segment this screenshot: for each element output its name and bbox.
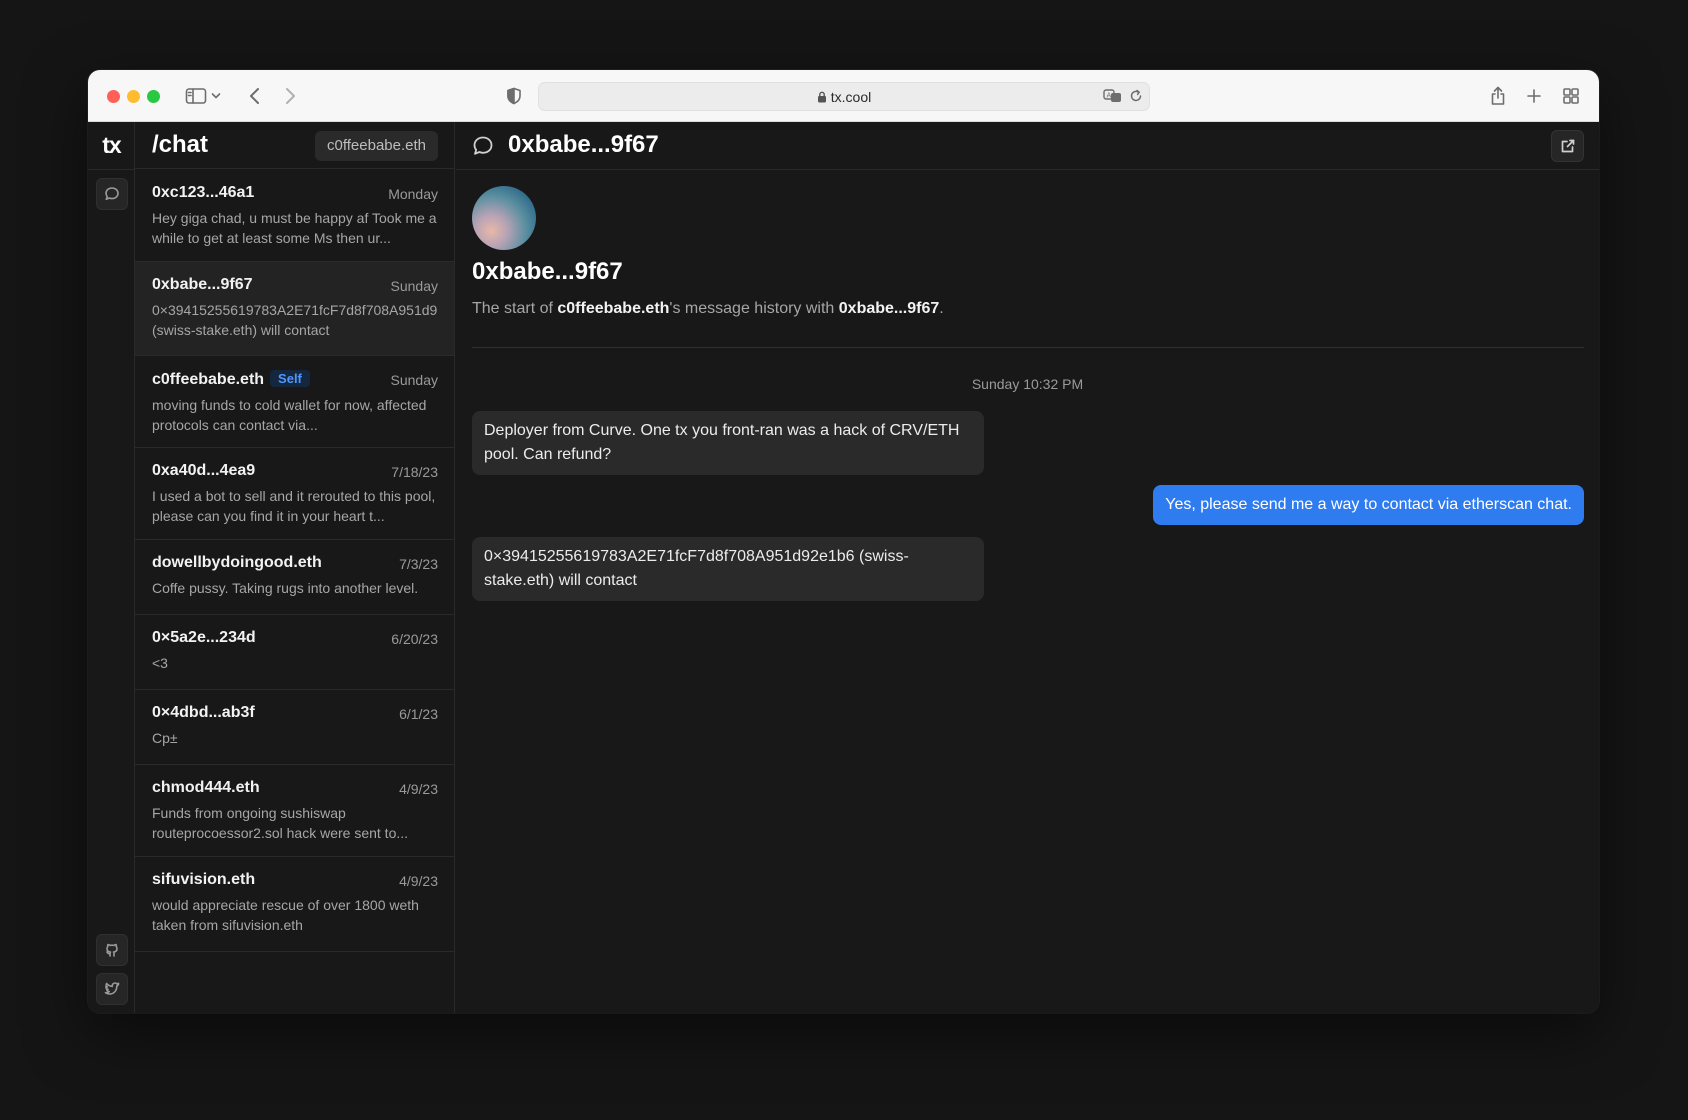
account-switcher-button[interactable]: c0ffeebabe.eth bbox=[315, 131, 438, 161]
maximize-window-button[interactable] bbox=[147, 90, 160, 103]
conversation-item[interactable]: dowellbydoingood.eth 7/3/23 Coffe pussy. T… bbox=[135, 540, 454, 615]
conversation-item[interactable]: 0×5a2e...234d 6/20/23 <3 bbox=[135, 615, 454, 690]
chat-title: 0xbabe...9f67 bbox=[508, 131, 659, 158]
chat-icon bbox=[105, 187, 119, 201]
message-bubble-incoming: Deployer from Curve. One tx you front-ra… bbox=[472, 411, 984, 475]
svg-text:A: A bbox=[1107, 92, 1112, 100]
lock-icon bbox=[817, 91, 826, 103]
app-logo[interactable]: tx bbox=[88, 132, 135, 159]
reload-icon[interactable] bbox=[1129, 89, 1143, 108]
twitter-icon bbox=[104, 982, 120, 995]
conversation-name: dowellbydoingood.eth bbox=[152, 554, 322, 571]
conversation-list-panel: /chat c0ffeebabe.eth 0xc123...46a1 Monday… bbox=[135, 122, 455, 1013]
chevron-down-icon[interactable] bbox=[209, 83, 223, 109]
conversation-date: 7/3/23 bbox=[399, 556, 438, 572]
conversation-list: 0xc123...46a1 Monday Hey giga chad, u must… bbox=[135, 170, 454, 952]
rail-twitter-button[interactable] bbox=[96, 973, 128, 1005]
chat-bubble-icon bbox=[472, 135, 494, 162]
profile-name: 0xbabe...9f67 bbox=[472, 258, 623, 285]
url-text: tx.cool bbox=[830, 89, 872, 105]
conversation-preview: moving funds to cold wallet for now, aff… bbox=[152, 397, 427, 433]
conversation-preview: I used a bot to sell and it rerouted to … bbox=[152, 488, 436, 524]
message-bubble-incoming: 0×39415255619783A2E71fcF7d8f708A951d92e1… bbox=[472, 537, 984, 601]
self-badge: Self bbox=[270, 370, 310, 387]
conversation-preview: Cp± bbox=[152, 730, 178, 746]
browser-toolbar: tx.cool A bbox=[88, 70, 1599, 122]
conversation-preview: Funds from ongoing sushiswap routeprocoe… bbox=[152, 805, 409, 841]
message-timestamp: Sunday 10:32 PM bbox=[971, 376, 1084, 392]
rail-github-button[interactable] bbox=[96, 934, 128, 966]
conversation-item[interactable]: sifuvision.eth 4/9/23 would appreciate res… bbox=[135, 857, 454, 952]
chat-header: 0xbabe...9f67 bbox=[456, 122, 1599, 170]
address-bar[interactable]: tx.cool A bbox=[538, 82, 1150, 111]
divider bbox=[472, 347, 1584, 348]
conversation-item[interactable]: c0ffeebabe.eth Self Sunday moving funds to … bbox=[135, 356, 454, 448]
icon-rail: tx bbox=[88, 122, 135, 1013]
conversation-preview: 0×39415255619783A2E71fcF7d8f708A951d92e1… bbox=[152, 302, 438, 338]
rail-chat-button[interactable] bbox=[96, 178, 128, 210]
conversation-date: Sunday bbox=[390, 278, 438, 294]
conversation-date: 6/1/23 bbox=[399, 706, 438, 722]
conversation-date: 4/9/23 bbox=[399, 781, 438, 797]
open-external-button[interactable] bbox=[1551, 130, 1584, 162]
message-bubble-outgoing: Yes, please send me a way to contact via… bbox=[1153, 485, 1584, 525]
minimize-window-button[interactable] bbox=[127, 90, 140, 103]
conversation-date: 4/9/23 bbox=[399, 873, 438, 889]
app-root: tx /chat c0ffeebabe.eth 0xc123...46a1 Mon… bbox=[88, 122, 1599, 1013]
conversation-item[interactable]: chmod444.eth 4/9/23 Funds from ongoing sus… bbox=[135, 765, 454, 857]
browser-window: tx.cool A tx /chat c0ffeebabe.eth 0xc123… bbox=[88, 70, 1599, 1013]
conversation-date: 6/20/23 bbox=[391, 631, 438, 647]
conversation-date: Monday bbox=[388, 186, 438, 202]
avatar bbox=[472, 186, 536, 250]
new-tab-icon[interactable] bbox=[1521, 83, 1547, 109]
conversation-list-header: /chat c0ffeebabe.eth bbox=[135, 122, 454, 169]
conversation-preview: Coffe pussy. Taking rugs into another le… bbox=[152, 580, 419, 596]
conversation-date: Sunday bbox=[390, 372, 438, 388]
page-title: /chat bbox=[152, 131, 209, 158]
conversation-item[interactable]: 0×4dbd...ab3f 6/1/23 Cp± bbox=[135, 690, 454, 765]
conversation-name: sifuvision.eth bbox=[152, 871, 256, 888]
conversation-item[interactable]: 0xa40d...4ea9 7/18/23 I used a bot to sell… bbox=[135, 448, 454, 540]
external-link-icon bbox=[1561, 139, 1574, 153]
conversation-date: 7/18/23 bbox=[391, 464, 438, 480]
conversation-item[interactable]: 0xc123...46a1 Monday Hey giga chad, u must… bbox=[135, 170, 454, 262]
github-icon bbox=[106, 943, 118, 957]
back-arrow-icon[interactable] bbox=[242, 83, 268, 109]
share-icon[interactable] bbox=[1485, 83, 1511, 109]
history-intro: The start of c0ffeebabe.eth's message hi… bbox=[472, 300, 944, 317]
shield-icon[interactable] bbox=[501, 83, 527, 109]
chat-panel: 0xbabe...9f67 0xbabe...9f67 The start of… bbox=[456, 122, 1599, 1013]
conversation-preview: <3 bbox=[152, 655, 168, 671]
conversation-preview: Hey giga chad, u must be happy af Took m… bbox=[152, 210, 437, 246]
conversation-name: 0×4dbd...ab3f bbox=[152, 704, 255, 721]
sidebar-toggle-icon[interactable] bbox=[183, 83, 209, 109]
translate-icon[interactable]: A bbox=[1103, 88, 1123, 109]
forward-arrow-icon[interactable] bbox=[277, 83, 303, 109]
conversation-item[interactable]: 0xbabe...9f67 Sunday 0×39415255619783A2E71… bbox=[135, 262, 454, 356]
tab-overview-icon[interactable] bbox=[1558, 83, 1584, 109]
close-window-button[interactable] bbox=[107, 90, 120, 103]
conversation-name: chmod444.eth bbox=[152, 779, 260, 796]
conversation-preview: would appreciate rescue of over 1800 wet… bbox=[152, 897, 419, 933]
